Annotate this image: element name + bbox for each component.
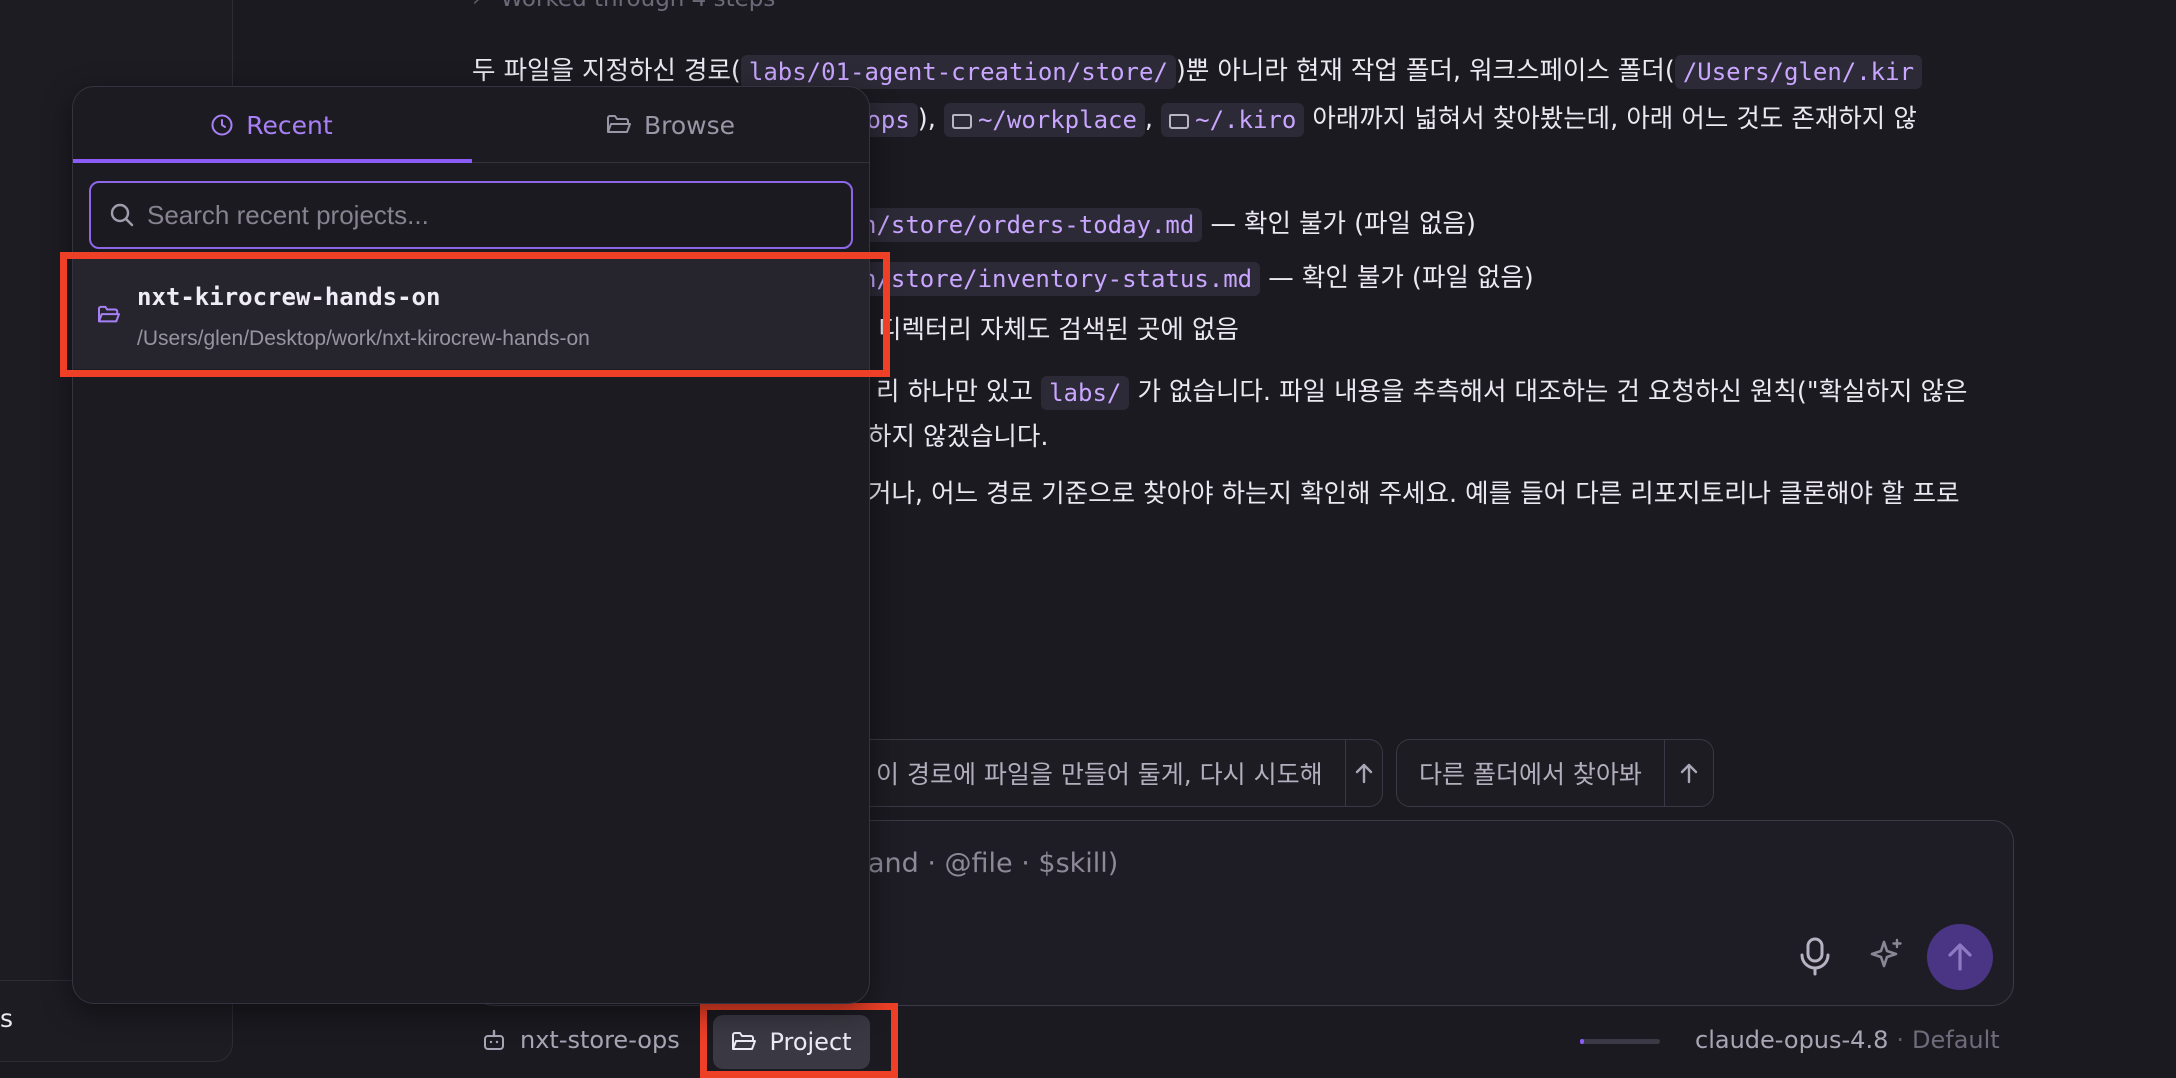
message-line-1: 두 파일을 지정하신 경로(labs/01-agent-creation/sto…	[472, 52, 1923, 90]
send-button[interactable]	[1927, 924, 1993, 990]
annotation-highlight-recent-project	[60, 252, 890, 377]
model-mode: Default	[1912, 1026, 2000, 1054]
context-usage-fill	[1580, 1039, 1584, 1044]
model-name: claude-opus-4.8	[1695, 1026, 1889, 1054]
text: 거나, 어느 경로 기준으로 찾아야 하는지 확인해 주세요. 예를 들어 다른…	[868, 479, 1960, 509]
separator: ·	[1896, 1026, 1904, 1054]
tab-label: Browse	[643, 110, 736, 140]
text: ),	[917, 104, 936, 134]
inline-code: n/store/inventory-status.md	[862, 262, 1261, 296]
text: 리 하나만 있고	[876, 377, 1033, 407]
message-line-7: 하지 않겠습니다.	[868, 418, 1048, 456]
folder-icon	[951, 114, 972, 129]
suggestion-label: 다른 폴더에서 찾아봐	[1419, 760, 1642, 789]
search-input[interactable]	[147, 199, 787, 231]
text: 가 없습니다. 파일 내용을 추측해서 대조하는 건 요청하신 원칙("확실하지…	[1137, 377, 1968, 407]
text: 디렉터리 자체도 검색된 곳에 없음	[878, 315, 1239, 345]
suggestion-chip-2[interactable]: 다른 폴더에서 찾아봐	[1396, 739, 1714, 807]
tab-label: Recent	[246, 110, 333, 140]
microphone-icon[interactable]	[1797, 936, 1833, 980]
steps-summary-text: Worked through 4 steps	[501, 0, 776, 12]
folder-open-icon	[606, 115, 631, 133]
inline-code: labs/	[1041, 376, 1130, 410]
folder-icon	[1169, 114, 1190, 129]
suggestion-label: 이 경로에 파일을 만들어 둘게, 다시 시도해	[876, 760, 1323, 789]
agent-selector[interactable]: nxt-store-ops	[482, 1026, 680, 1054]
message-line-3: n/store/orders-today.md — 확인 불가 (파일 없음)	[862, 205, 1476, 243]
message-line-6: 리 하나만 있고 labs/ 가 없습니다. 파일 내용을 추측해서 대조하는 …	[876, 373, 1967, 411]
arrow-up-icon	[1948, 943, 1972, 971]
text: )뿐 아니라 현재 작업 폴더, 워크스페이스 폴더(	[1175, 56, 1675, 86]
inline-code: labs/01-agent-creation/store/	[740, 55, 1176, 89]
message-line-8: 거나, 어느 경로 기준으로 찾아야 하는지 확인해 주세요. 예를 들어 다른…	[868, 475, 1960, 513]
message-line-4: n/store/inventory-status.md — 확인 불가 (파일 …	[862, 259, 1534, 297]
active-tab-indicator	[73, 159, 472, 163]
send-suggestion-button[interactable]	[1344, 740, 1382, 806]
text: ~/.kiro	[1195, 106, 1297, 134]
chevron-right-icon: ›	[472, 0, 481, 12]
text: ,	[1144, 104, 1154, 134]
composer-placeholder: and · @file · $skill)	[868, 848, 1119, 879]
steps-summary[interactable]: › Worked through 4 steps	[472, 0, 775, 12]
text: — 확인 불가 (파일 없음)	[1210, 209, 1476, 239]
text: 아래까지 넓혀서 찾아봤는데, 아래 어느 것도 존재하지 않	[1312, 104, 1917, 134]
arrow-up-icon	[1680, 763, 1698, 784]
sparkle-enhance-icon[interactable]	[1868, 936, 1904, 980]
inline-code: n/store/orders-today.md	[862, 208, 1203, 242]
text: 하지 않겠습니다.	[868, 422, 1049, 452]
message-line-5: 디렉터리 자체도 검색된 곳에 없음	[878, 311, 1239, 349]
send-suggestion-button[interactable]	[1663, 740, 1713, 806]
agent-name: nxt-store-ops	[520, 1026, 680, 1054]
text: 두 파일을 지정하신 경로(	[472, 56, 741, 86]
folder-chip-kiro[interactable]: ~/.kiro	[1161, 103, 1305, 137]
message-line-2: -ops), ~/workplace, ~/.kiro 아래까지 넓혀서 찾아봤…	[852, 100, 1917, 138]
popover-tabs: Recent Browse	[73, 87, 869, 163]
inline-code: /Users/glen/.kir	[1674, 55, 1923, 89]
sidebar-footer-label: s	[0, 1004, 14, 1033]
clock-icon	[211, 114, 233, 136]
search-icon	[110, 203, 134, 227]
project-picker-popover: Recent Browse nxt-kirocrew-hands-on /Use…	[72, 86, 870, 1004]
tab-recent[interactable]: Recent	[73, 87, 470, 163]
arrow-up-icon	[1355, 763, 1373, 784]
suggestion-chip-1[interactable]: 이 경로에 파일을 만들어 둘게, 다시 시도해	[845, 739, 1383, 807]
tab-browse[interactable]: Browse	[472, 87, 869, 163]
robot-icon	[484, 1029, 504, 1050]
model-selector[interactable]: claude-opus-4.8 · Default	[1695, 1026, 2000, 1054]
folder-chip-workplace[interactable]: ~/workplace	[943, 103, 1145, 137]
context-usage-bar	[1580, 1039, 1660, 1044]
text: ~/workplace	[977, 106, 1137, 134]
text: — 확인 불가 (파일 없음)	[1268, 263, 1534, 293]
search-box[interactable]	[89, 181, 853, 249]
annotation-highlight-project	[700, 1003, 898, 1078]
